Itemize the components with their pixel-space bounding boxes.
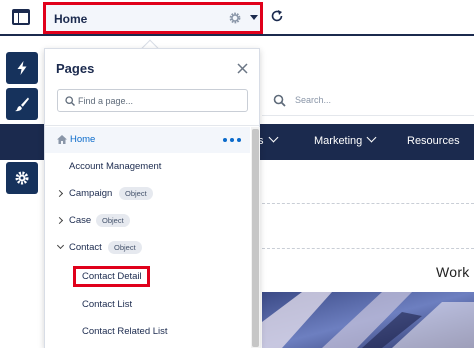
page-item-account-management[interactable]: Account Management bbox=[45, 154, 250, 180]
page-item-label: Home bbox=[70, 134, 96, 145]
app-layout-icon[interactable] bbox=[12, 9, 30, 25]
components-tool-button[interactable] bbox=[6, 52, 38, 84]
nav-item-resources[interactable]: Resources bbox=[407, 135, 460, 147]
more-actions-icon[interactable] bbox=[223, 138, 241, 142]
pages-list: Home Account Management Campaign Object … bbox=[45, 127, 250, 348]
page-item-label: Campaign bbox=[69, 188, 113, 199]
scrollbar-thumb[interactable] bbox=[252, 129, 259, 347]
top-toolbar: Home bbox=[0, 0, 474, 36]
chevron-down-icon bbox=[268, 132, 278, 143]
hero-image bbox=[262, 292, 474, 348]
panel-title: Pages bbox=[56, 61, 95, 76]
home-icon bbox=[57, 135, 67, 144]
gear-icon bbox=[15, 171, 29, 185]
page-item-label: Account Management bbox=[69, 161, 162, 172]
caret-down-icon[interactable] bbox=[250, 13, 258, 21]
page-selector-button[interactable]: Home bbox=[43, 2, 263, 34]
section-boundary bbox=[262, 203, 474, 204]
object-badge: Object bbox=[108, 241, 142, 254]
page-item-contact-list[interactable]: Contact List bbox=[45, 289, 250, 315]
paintbrush-icon bbox=[15, 97, 29, 112]
page-item-contact-related-list[interactable]: Contact Related List bbox=[45, 316, 250, 342]
nav-item-partial[interactable]: s bbox=[258, 132, 278, 147]
search-icon bbox=[65, 96, 75, 106]
page-item-campaign[interactable]: Campaign Object bbox=[45, 181, 250, 207]
search-icon bbox=[273, 94, 286, 107]
nav-item-marketing[interactable]: Marketing bbox=[314, 132, 377, 147]
pages-list-scrollbar[interactable] bbox=[251, 127, 260, 348]
page-item-label: Contact Related List bbox=[82, 326, 168, 337]
site-search-placeholder[interactable]: Search... bbox=[295, 95, 331, 105]
chevron-right-icon[interactable] bbox=[55, 216, 64, 225]
pages-panel: Pages Home Account Managemen bbox=[44, 48, 260, 348]
page-item-home[interactable]: Home bbox=[45, 127, 250, 153]
theme-tool-button[interactable] bbox=[6, 88, 38, 120]
page-search-field[interactable] bbox=[57, 89, 248, 112]
divider bbox=[262, 115, 474, 116]
page-item-contact[interactable]: Contact Object bbox=[45, 235, 250, 261]
page-item-label: Case bbox=[69, 215, 92, 226]
page-item-label: Contact bbox=[69, 242, 102, 253]
lightning-icon bbox=[17, 61, 27, 75]
page-item-label: Contact List bbox=[82, 299, 133, 310]
page-item-case[interactable]: Case Object bbox=[45, 208, 250, 234]
chevron-down-icon bbox=[366, 132, 377, 143]
object-badge: Object bbox=[119, 187, 153, 200]
refresh-icon[interactable] bbox=[270, 9, 284, 23]
object-badge: Object bbox=[96, 214, 130, 227]
close-icon[interactable] bbox=[237, 63, 248, 74]
hero-heading-text: Work bbox=[436, 264, 470, 280]
current-page-title: Home bbox=[54, 12, 88, 26]
gear-icon[interactable] bbox=[228, 11, 242, 25]
page-item-label: Contact Detail bbox=[82, 271, 142, 282]
page-item-contact-detail[interactable]: Contact Detail bbox=[45, 262, 250, 288]
experience-builder-screen: Home Search... s Marketing Resources Wor… bbox=[0, 0, 474, 348]
settings-tool-button[interactable] bbox=[6, 162, 38, 194]
divider bbox=[45, 125, 259, 126]
section-boundary bbox=[262, 248, 474, 249]
chevron-right-icon[interactable] bbox=[55, 189, 64, 198]
chevron-down-icon[interactable] bbox=[56, 241, 65, 250]
page-search-input[interactable] bbox=[78, 93, 243, 108]
